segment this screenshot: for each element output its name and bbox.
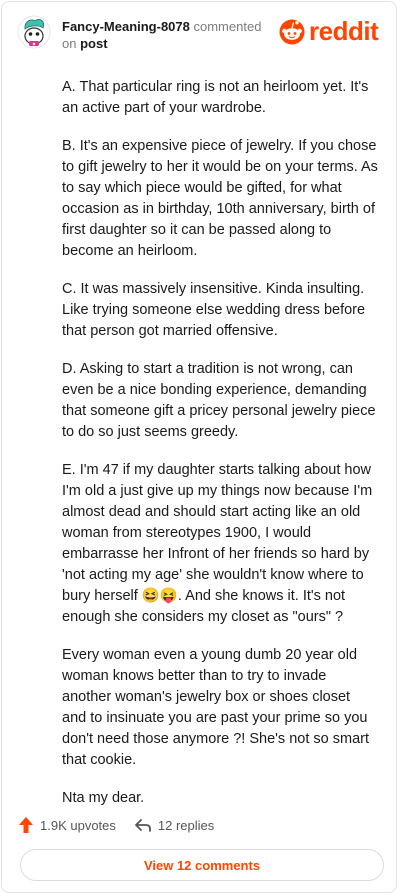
comment-meta: Fancy-Meaning-8078 commented on post — [62, 18, 272, 52]
action-text: commented — [193, 19, 262, 34]
reply-arrow-icon[interactable] — [134, 817, 152, 833]
reddit-wordmark: reddit — [309, 15, 379, 46]
paragraph-c: C. It was massively insensitive. Kinda i… — [62, 281, 366, 339]
paragraph-b: B. It's an expensive piece of jewelry. I… — [62, 138, 378, 259]
view-comments-button[interactable]: View 12 comments — [20, 849, 384, 881]
comment-card: Fancy-Meaning-8078 commented on post red… — [1, 1, 397, 893]
upvote-count: 1.9K upvotes — [40, 817, 116, 833]
reply-count: 12 replies — [157, 817, 215, 833]
reddit-snoo-icon — [279, 19, 305, 45]
reddit-logo[interactable]: reddit — [278, 16, 388, 46]
on-text: on — [62, 36, 77, 51]
upvote-arrow-icon[interactable] — [18, 816, 34, 834]
paragraph-every-woman: Every woman even a young dumb 20 year ol… — [62, 647, 369, 768]
comment-body: A. That particular ring is not an heirlo… — [62, 77, 378, 826]
paragraph-a: A. That particular ring is not an heirlo… — [62, 79, 369, 116]
paragraph-closing: Nta my dear. — [62, 790, 145, 806]
user-avatar-icon[interactable] — [17, 15, 51, 49]
reply-stat[interactable]: 12 replies — [134, 817, 214, 833]
username-link[interactable]: Fancy-Meaning-8078 — [62, 19, 190, 34]
paragraph-e: E. I'm 47 if my daughter starts talking … — [62, 462, 373, 625]
post-link[interactable]: post — [80, 36, 107, 51]
upvote-stat[interactable]: 1.9K upvotes — [18, 816, 116, 834]
comment-footer: 1.9K upvotes 12 replies — [18, 814, 378, 836]
comment-header: Fancy-Meaning-8078 commented on post red… — [2, 2, 398, 62]
paragraph-d: D. Asking to start a tradition is not wr… — [62, 361, 376, 440]
